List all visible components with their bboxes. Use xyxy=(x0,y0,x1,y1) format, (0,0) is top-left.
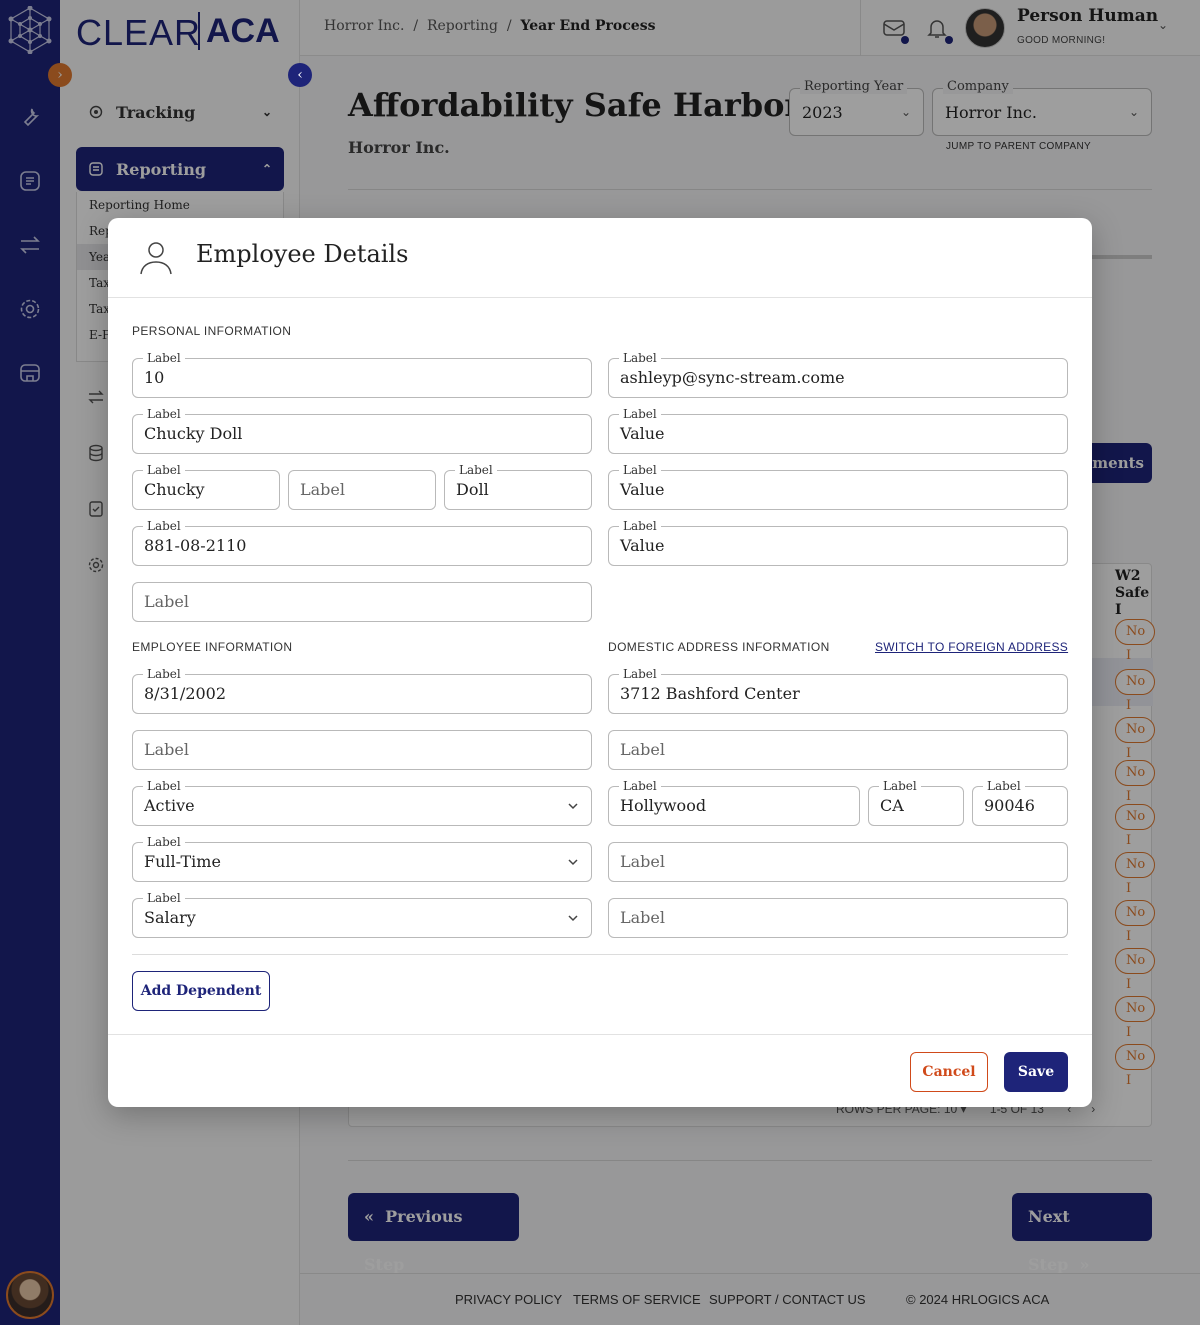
address-extra-field-2[interactable]: Label xyxy=(608,898,1068,938)
middle-name-field[interactable]: Label xyxy=(288,470,436,510)
field-label: Label xyxy=(455,462,497,478)
field-value: Chucky Doll xyxy=(144,424,243,443)
address-info-heading: DOMESTIC ADDRESS INFORMATION xyxy=(608,640,830,654)
collapse-sidebar-chevron-icon[interactable]: ‹ xyxy=(288,63,312,87)
employee-extra-field[interactable]: Label xyxy=(132,730,592,770)
field-label: Label xyxy=(619,666,661,682)
field-label: Label xyxy=(143,350,185,366)
employee-details-modal: Employee Details PERSONAL INFORMATION La… xyxy=(108,218,1092,1107)
field-label: Label xyxy=(143,462,185,478)
pay-type-select[interactable]: Label Salary xyxy=(132,890,592,938)
last-name-field[interactable]: Label Doll xyxy=(444,462,592,510)
address-extra-field-1[interactable]: Label xyxy=(608,842,1068,882)
field-label: Label xyxy=(983,778,1025,794)
field-placeholder: Label xyxy=(144,592,189,611)
zip-field[interactable]: Label 90046 xyxy=(972,778,1068,826)
field-value: Value xyxy=(620,536,665,555)
employee-info-heading: EMPLOYEE INFORMATION xyxy=(132,640,293,654)
field-value: 3712 Bashford Center xyxy=(620,684,800,703)
employment-type-select[interactable]: Label Full-Time xyxy=(132,834,592,882)
field-label: Label xyxy=(619,518,661,534)
field-label: Label xyxy=(143,778,185,794)
field-value: ashleyp@sync-stream.come xyxy=(620,368,845,387)
field-label: Label xyxy=(619,778,661,794)
switch-to-foreign-address-link[interactable]: SWITCH TO FOREIGN ADDRESS xyxy=(875,640,1068,654)
street-address-field[interactable]: Label 3712 Bashford Center xyxy=(608,666,1068,714)
field-label: Label xyxy=(143,406,185,422)
field-value: 90046 xyxy=(984,796,1035,815)
field-value: 8/31/2002 xyxy=(144,684,227,703)
field-value: Full-Time xyxy=(144,852,221,871)
chevron-down-icon xyxy=(568,859,578,866)
field-value: Hollywood xyxy=(620,796,707,815)
modal-footer: Cancel Save xyxy=(108,1034,1092,1107)
cancel-button[interactable]: Cancel xyxy=(910,1052,988,1092)
person-icon xyxy=(140,242,172,275)
chevron-down-icon xyxy=(568,803,578,810)
field-label: Label xyxy=(879,778,921,794)
field-label: Label xyxy=(143,518,185,534)
field-placeholder: Label xyxy=(620,908,665,927)
field-placeholder: Label xyxy=(620,740,665,759)
field-label: Label xyxy=(619,350,661,366)
field-label: Label xyxy=(143,666,185,682)
personal-info-heading: PERSONAL INFORMATION xyxy=(132,324,292,338)
field-placeholder: Label xyxy=(300,480,345,499)
extra-personal-field[interactable]: Label xyxy=(132,582,592,622)
city-field[interactable]: Label Hollywood xyxy=(608,778,860,826)
field-label: Label xyxy=(143,834,185,850)
field-label: Label xyxy=(619,406,661,422)
add-dependent-button[interactable]: Add Dependent xyxy=(132,971,270,1011)
street-address-2-field[interactable]: Label xyxy=(608,730,1068,770)
field-value: Salary xyxy=(144,908,196,927)
field-label: Label xyxy=(143,890,185,906)
field-placeholder: Label xyxy=(620,852,665,871)
field-value: Value xyxy=(620,424,665,443)
employment-status-select[interactable]: Label Active xyxy=(132,778,592,826)
personal-value-field-2[interactable]: Label Value xyxy=(608,462,1068,510)
first-name-field[interactable]: Label Chucky xyxy=(132,462,280,510)
field-value: 881-08-2110 xyxy=(144,536,247,555)
field-placeholder: Label xyxy=(144,740,189,759)
modal-header: Employee Details xyxy=(108,218,1092,298)
date-of-birth-field[interactable]: Label 8/31/2002 xyxy=(132,666,592,714)
ssn-field[interactable]: Label 881-08-2110 xyxy=(132,518,592,566)
employee-id-field[interactable]: Label 10 xyxy=(132,350,592,398)
field-value: 10 xyxy=(144,368,165,387)
save-button[interactable]: Save xyxy=(1004,1052,1068,1092)
divider xyxy=(132,954,1068,955)
field-value: Value xyxy=(620,480,665,499)
field-label: Label xyxy=(619,462,661,478)
field-value: Chucky xyxy=(144,480,205,499)
chevron-down-icon xyxy=(568,915,578,922)
field-value: Doll xyxy=(456,480,489,499)
modal-title: Employee Details xyxy=(196,240,409,268)
email-field[interactable]: Label ashleyp@sync-stream.come xyxy=(608,350,1068,398)
state-field[interactable]: Label CA xyxy=(868,778,964,826)
field-value: CA xyxy=(880,796,904,815)
field-value: Active xyxy=(144,796,195,815)
full-name-field[interactable]: Label Chucky Doll xyxy=(132,406,592,454)
personal-value-field-3[interactable]: Label Value xyxy=(608,518,1068,566)
personal-value-field-1[interactable]: Label Value xyxy=(608,406,1068,454)
